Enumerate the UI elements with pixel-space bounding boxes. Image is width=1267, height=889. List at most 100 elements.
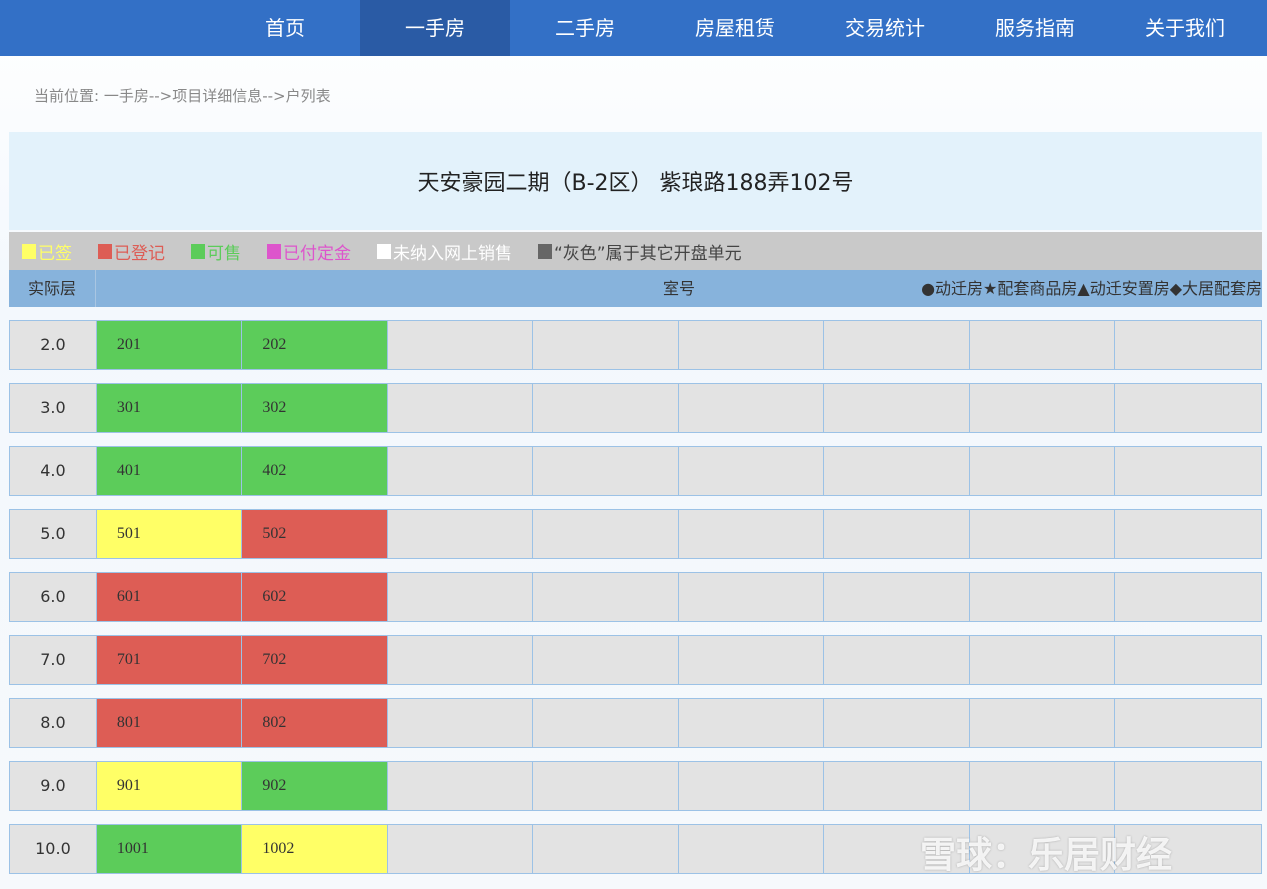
- legend-item: 已签: [22, 239, 72, 264]
- table-row: 7.0 701 702: [9, 635, 1262, 685]
- legend-label: “灰色”属于其它开盘单元: [554, 243, 742, 264]
- nav-item[interactable]: 关于我们: [1110, 0, 1260, 56]
- table-row: 4.0 401 402: [9, 446, 1262, 496]
- empty-cell: [679, 384, 825, 432]
- table-row: 9.0 901 902: [9, 761, 1262, 811]
- floor-cell: 2.0: [10, 321, 97, 369]
- empty-cell: [1115, 510, 1261, 558]
- empty-cell: [388, 699, 534, 747]
- empty-cell: [970, 384, 1116, 432]
- empty-cell: [388, 384, 534, 432]
- floor-cell: 10.0: [10, 825, 97, 873]
- table-header: 实际层 室号 ●动迁房★配套商品房▲动迁安置房◆大居配套房: [9, 270, 1262, 307]
- nav-item[interactable]: 服务指南: [960, 0, 1110, 56]
- empty-cell: [388, 825, 534, 873]
- nav-item[interactable]: 交易统计: [810, 0, 960, 56]
- floor-cell: 3.0: [10, 384, 97, 432]
- empty-cell: [679, 762, 825, 810]
- unit-cell[interactable]: 201: [96, 321, 243, 369]
- floor-cell: 8.0: [10, 699, 97, 747]
- empty-cell: [533, 825, 679, 873]
- empty-cell: [824, 321, 970, 369]
- unit-cell[interactable]: 301: [96, 384, 243, 432]
- legend-item: 已登记: [98, 239, 165, 264]
- empty-cell: [679, 447, 825, 495]
- empty-cell: [388, 636, 534, 684]
- unit-cell[interactable]: 902: [242, 762, 388, 810]
- empty-cell: [1115, 573, 1261, 621]
- table-row: 3.0 301 302: [9, 383, 1262, 433]
- unit-cell[interactable]: 601: [96, 573, 243, 621]
- empty-cell: [1115, 636, 1261, 684]
- empty-cell: [679, 573, 825, 621]
- header-type-marks: ●动迁房★配套商品房▲动迁安置房◆大居配套房: [921, 279, 1262, 298]
- unit-cell[interactable]: 302: [242, 384, 388, 432]
- unit-cell[interactable]: 401: [96, 447, 243, 495]
- empty-cell: [824, 510, 970, 558]
- empty-cell: [533, 384, 679, 432]
- table-row: 5.0 501 502: [9, 509, 1262, 559]
- table-row: 2.0 201 202: [9, 320, 1262, 370]
- empty-cell: [533, 447, 679, 495]
- empty-cell: [824, 573, 970, 621]
- nav-item[interactable]: 一手房: [360, 0, 510, 56]
- empty-cell: [388, 573, 534, 621]
- unit-cell[interactable]: 1001: [96, 825, 243, 873]
- empty-cell: [1115, 699, 1261, 747]
- unit-cell[interactable]: 1002: [242, 825, 388, 873]
- nav-item[interactable]: 房屋租赁: [660, 0, 810, 56]
- empty-cell: [388, 321, 534, 369]
- empty-cell: [970, 447, 1116, 495]
- unit-cell[interactable]: 502: [242, 510, 388, 558]
- legend-swatch-icon: [538, 243, 552, 259]
- empty-cell: [970, 573, 1116, 621]
- floor-cell: 4.0: [10, 447, 97, 495]
- empty-cell: [970, 321, 1116, 369]
- unit-cell[interactable]: 801: [96, 699, 243, 747]
- table-row: 8.0 801 802: [9, 698, 1262, 748]
- empty-cell: [679, 636, 825, 684]
- breadcrumb: 当前位置: 一手房-->项目详细信息-->户列表: [34, 87, 331, 105]
- empty-cell: [970, 510, 1116, 558]
- unit-cell[interactable]: 901: [96, 762, 243, 810]
- empty-cell: [824, 699, 970, 747]
- empty-cell: [533, 321, 679, 369]
- unit-cell[interactable]: 802: [242, 699, 388, 747]
- empty-cell: [679, 321, 825, 369]
- unit-cell[interactable]: 701: [96, 636, 243, 684]
- legend-item: 已付定金: [267, 239, 351, 264]
- floor-cell: 5.0: [10, 510, 97, 558]
- nav-item[interactable]: 首页: [210, 0, 360, 56]
- unit-cell[interactable]: 602: [242, 573, 388, 621]
- legend-item: 可售: [191, 239, 241, 264]
- legend-swatch-icon: [191, 243, 205, 259]
- empty-cell: [679, 510, 825, 558]
- legend-label: 已付定金: [283, 243, 351, 264]
- legend-label: 未纳入网上销售: [393, 243, 512, 264]
- empty-cell: [824, 384, 970, 432]
- unit-cell[interactable]: 202: [242, 321, 388, 369]
- empty-cell: [533, 762, 679, 810]
- unit-cell[interactable]: 702: [242, 636, 388, 684]
- empty-cell: [1115, 447, 1261, 495]
- legend-swatch-icon: [267, 243, 281, 259]
- empty-cell: [1115, 384, 1261, 432]
- status-legend: 已签 已登记 可售 已付定金 未纳入网上销售 “灰色”属于其它开盘单元: [9, 232, 1262, 270]
- top-nav: 首页 一手房 二手房 房屋租赁 交易统计 服务指南 关于我们: [0, 0, 1267, 56]
- legend-label: 已登记: [114, 243, 165, 264]
- empty-cell: [533, 510, 679, 558]
- floor-cell: 9.0: [10, 762, 97, 810]
- empty-cell: [1115, 321, 1261, 369]
- unit-cell[interactable]: 402: [242, 447, 388, 495]
- empty-cell: [533, 573, 679, 621]
- empty-cell: [533, 699, 679, 747]
- nav-item[interactable]: 二手房: [510, 0, 660, 56]
- unit-cell[interactable]: 501: [96, 510, 243, 558]
- empty-cell: [970, 636, 1116, 684]
- empty-cell: [679, 699, 825, 747]
- empty-cell: [824, 636, 970, 684]
- empty-cell: [970, 762, 1116, 810]
- empty-cell: [970, 699, 1116, 747]
- empty-cell: [388, 510, 534, 558]
- floor-cell: 6.0: [10, 573, 97, 621]
